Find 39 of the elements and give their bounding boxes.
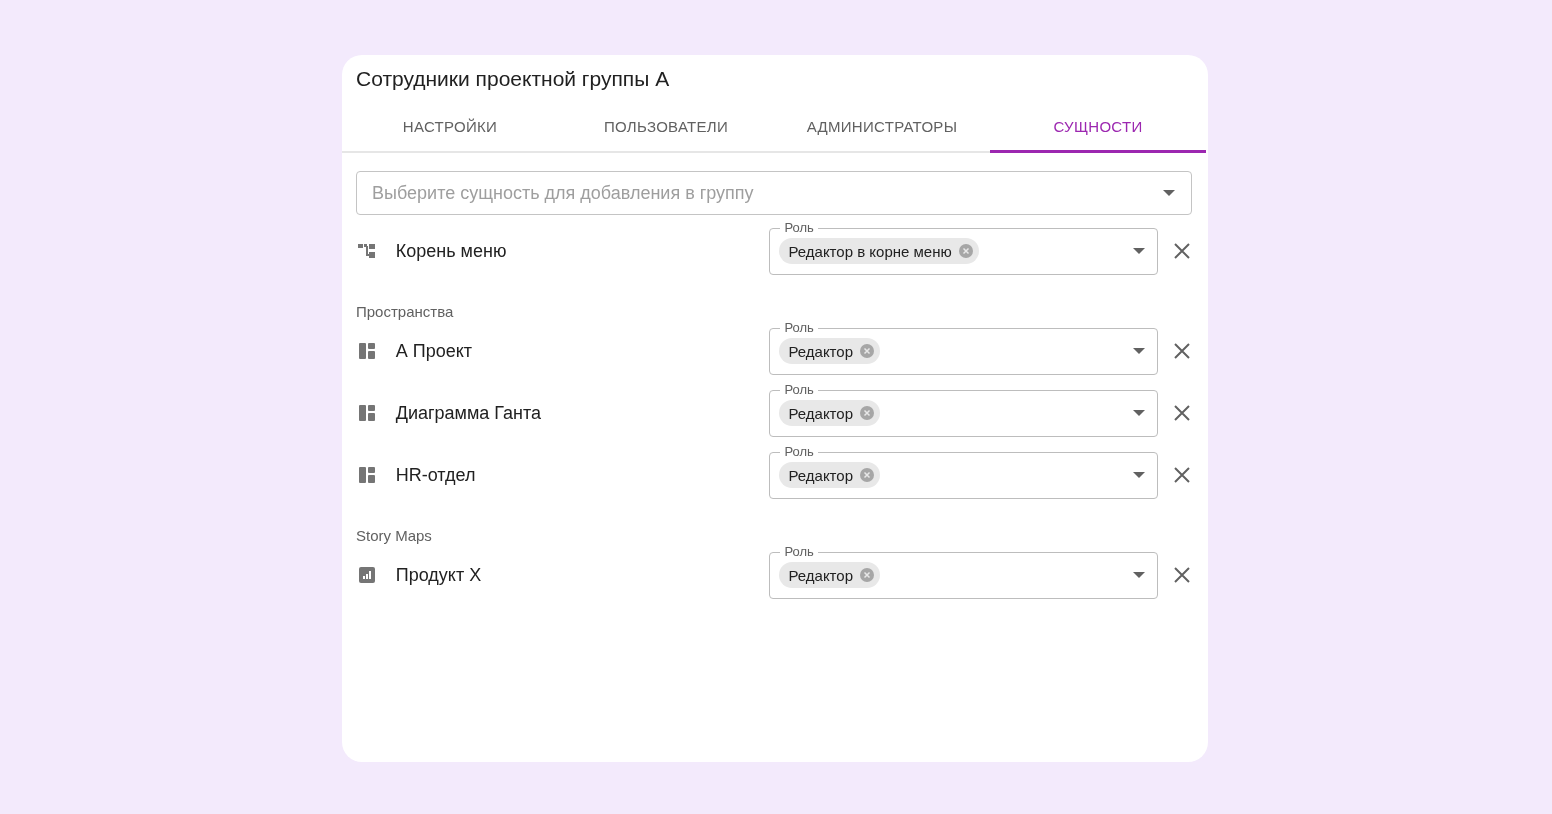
remove-button[interactable] bbox=[1172, 341, 1192, 361]
dialog-title: Сотрудники проектной группы А bbox=[356, 66, 671, 92]
dashboard-icon bbox=[357, 404, 376, 422]
dropdown-caret-icon[interactable] bbox=[1133, 572, 1146, 578]
role-chip: Редактор в корне меню bbox=[779, 238, 979, 264]
remove-button[interactable] bbox=[1172, 403, 1192, 423]
select-placeholder: Выберите сущность для добавления в группу bbox=[372, 182, 755, 204]
close-icon bbox=[1174, 467, 1191, 483]
close-icon bbox=[1174, 243, 1191, 259]
entity-name: А Проект bbox=[395, 340, 474, 362]
dropdown-caret-icon[interactable] bbox=[1133, 410, 1146, 416]
remove-button[interactable] bbox=[1172, 465, 1192, 485]
dashboard-icon bbox=[357, 466, 376, 484]
chart-icon bbox=[357, 566, 376, 584]
role-chip: Редактор bbox=[779, 338, 880, 364]
tab[interactable]: НАСТРОЙКИ bbox=[342, 103, 558, 153]
tab[interactable]: ПОЛЬЗОВАТЕЛИ bbox=[558, 103, 774, 153]
dropdown-caret-icon bbox=[1163, 190, 1175, 196]
section-heading: Story Maps bbox=[356, 526, 433, 546]
close-icon bbox=[1174, 567, 1191, 583]
role-chip: Редактор bbox=[779, 562, 880, 588]
entity-name: Корень меню bbox=[395, 240, 508, 262]
dropdown-caret-icon[interactable] bbox=[1133, 248, 1146, 254]
tree-icon bbox=[356, 242, 377, 260]
dropdown-caret-icon[interactable] bbox=[1133, 472, 1146, 478]
entity-name: HR-отдел bbox=[395, 464, 477, 486]
close-icon bbox=[1174, 343, 1191, 359]
entity-name: Продукт X bbox=[395, 564, 483, 586]
dashboard-icon bbox=[357, 342, 376, 360]
role-chip: Редактор bbox=[779, 462, 880, 488]
section-heading: Пространства bbox=[356, 302, 455, 322]
close-icon bbox=[1174, 405, 1191, 421]
dropdown-caret-icon[interactable] bbox=[1133, 348, 1146, 354]
remove-button[interactable] bbox=[1172, 565, 1192, 585]
tab[interactable]: СУЩНОСТИ bbox=[990, 103, 1206, 153]
entity-name: Диаграмма Ганта bbox=[395, 402, 543, 424]
role-chip: Редактор bbox=[779, 400, 880, 426]
tab[interactable]: АДМИНИСТРАТОРЫ bbox=[774, 103, 990, 153]
remove-button[interactable] bbox=[1172, 241, 1192, 261]
